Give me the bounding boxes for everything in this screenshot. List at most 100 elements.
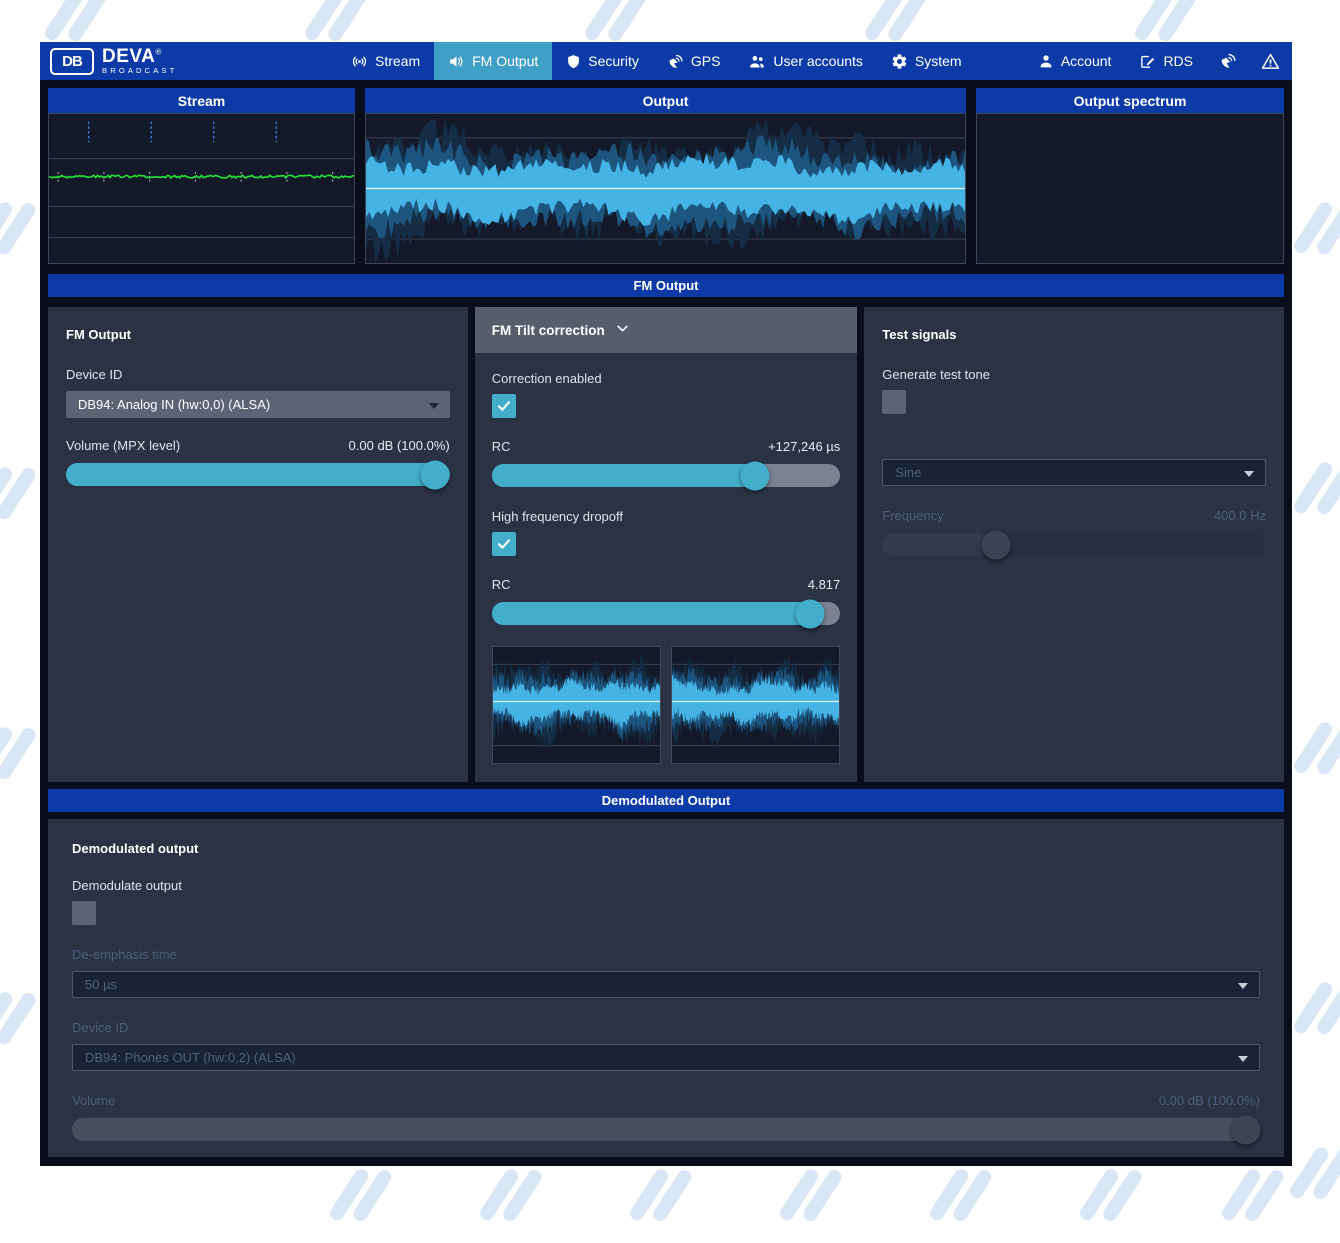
slider-thumb[interactable] <box>981 530 1011 559</box>
section-title: Demodulated Output <box>601 793 731 808</box>
satellite-dish-icon <box>1219 52 1237 70</box>
user-icon <box>1038 53 1054 69</box>
fm-tilt-correction-header[interactable]: FM Tilt correction <box>474 307 858 353</box>
volume-slider[interactable] <box>66 460 450 489</box>
generate-test-tone-label: Generate test tone <box>882 367 990 382</box>
volume-value: 0.00 dB (100.0%) <box>348 438 450 453</box>
demodulated-device-id-select[interactable]: DB94: Phones OUT (hw:0,2) (ALSA) <box>72 1044 1260 1071</box>
deemphasis-time-label: De-emphasis time <box>72 947 177 962</box>
gear-icon <box>891 53 908 70</box>
slider-thumb[interactable] <box>420 460 450 489</box>
device-id-label: Device ID <box>72 1020 129 1035</box>
slider-fill <box>882 533 990 556</box>
deva-db-logo-icon: DB <box>50 47 94 75</box>
slider-thumb[interactable] <box>740 461 770 490</box>
slider-fill <box>66 463 450 486</box>
speaker-icon <box>448 53 465 70</box>
nav-menu: Stream FM Output Security GPS User accou… <box>337 42 976 80</box>
slider-thumb[interactable] <box>1231 1115 1260 1144</box>
nav-item-label: GPS <box>690 53 721 69</box>
nav-item-fm-output[interactable]: FM Output <box>434 42 553 80</box>
test-tone-waveform-select[interactable]: Sine <box>882 459 1266 486</box>
stream-monitor-title: Stream <box>48 88 355 113</box>
nav-item-user-accounts[interactable]: User accounts <box>734 42 876 80</box>
users-icon <box>748 53 766 70</box>
slider-fill <box>491 602 823 625</box>
nav-item-rds[interactable]: RDS <box>1125 42 1207 80</box>
demodulated-volume-slider[interactable] <box>72 1115 1260 1144</box>
stream-monitor: Stream <box>48 88 355 264</box>
nav-item-system[interactable]: System <box>877 42 976 80</box>
broadcast-icon <box>351 53 368 70</box>
chevron-down-icon <box>615 321 630 339</box>
warning-icon <box>1261 52 1280 71</box>
output-waveform-chart <box>365 113 966 264</box>
rc-dropoff-slider[interactable] <box>491 599 841 628</box>
nav-item-label: RDS <box>1163 53 1193 69</box>
nav-item-gps[interactable]: GPS <box>653 42 735 80</box>
brand-text: DEVA® BROADCAST <box>102 47 177 75</box>
volume-label: Volume (MPX level) <box>66 438 181 453</box>
frequency-value: 400.0 Hz <box>1213 508 1266 523</box>
volume-value: 0.00 dB (100.0%) <box>1158 1093 1260 1108</box>
rc-slider[interactable] <box>491 461 841 490</box>
main-content: Stream Output Output spectrum FM Output … <box>40 80 1292 1166</box>
nav-item-label: FM Output <box>472 53 539 69</box>
output-spectrum-chart <box>976 113 1284 264</box>
check-icon <box>497 539 510 549</box>
fm-output-panel: FM Output Device ID DB94: Analog IN (hw:… <box>48 307 468 782</box>
check-icon <box>497 401 510 411</box>
deemphasis-time-select[interactable]: 50 µs <box>72 971 1260 998</box>
slider-thumb[interactable] <box>795 599 825 628</box>
panel-title: Demodulated output <box>72 841 199 856</box>
rc-value: 4.817 <box>807 577 841 592</box>
frequency-label: Frequency <box>882 508 944 523</box>
tilt-preview-chart-left <box>491 646 661 764</box>
fm-tilt-correction-panel: FM Tilt correction Correction enabled RC… <box>474 307 858 782</box>
section-title: FM Output <box>633 278 699 293</box>
section-header-demodulated-output: Demodulated Output <box>48 789 1284 812</box>
registered-mark: ® <box>155 47 162 57</box>
demodulate-output-checkbox[interactable] <box>72 901 96 925</box>
nav-item-alerts[interactable] <box>1249 42 1292 80</box>
nav-item-label: Security <box>588 53 639 69</box>
output-monitor-title: Output <box>365 88 966 113</box>
panel-title: FM Output <box>66 327 131 342</box>
generate-test-tone-checkbox[interactable] <box>882 390 907 414</box>
nav-item-security[interactable]: Security <box>552 42 653 80</box>
nav-item-account[interactable]: Account <box>1024 42 1126 80</box>
fm-output-panels: FM Output Device ID DB94: Analog IN (hw:… <box>48 307 1284 782</box>
device-id-value: DB94: Phones OUT (hw:0,2) (ALSA) <box>85 1050 296 1065</box>
device-id-value: DB94: Analog IN (hw:0,0) (ALSA) <box>78 397 271 412</box>
app-window: DB DEVA® BROADCAST Stream FM Output Secu… <box>40 42 1292 1166</box>
device-id-label: Device ID <box>66 367 123 382</box>
high-frequency-dropoff-checkbox[interactable] <box>491 532 516 556</box>
demodulated-output-panel: Demodulated output Demodulate output De-… <box>48 819 1284 1157</box>
demodulate-output-label: Demodulate output <box>72 878 182 893</box>
brand-logo[interactable]: DB DEVA® BROADCAST <box>40 42 275 80</box>
chevron-down-icon <box>1238 1055 1248 1062</box>
brand-subtitle: BROADCAST <box>102 66 178 76</box>
frequency-slider[interactable] <box>882 530 1266 559</box>
section-header-fm-output: FM Output <box>48 274 1284 297</box>
test-signals-panel: Test signals Generate test tone Sine Fre… <box>864 307 1284 782</box>
correction-enabled-checkbox[interactable] <box>491 394 516 418</box>
rc-label: RC <box>491 577 511 592</box>
chevron-down-icon <box>1238 982 1248 989</box>
device-id-select[interactable]: DB94: Analog IN (hw:0,0) (ALSA) <box>66 391 450 418</box>
shield-icon <box>566 53 581 70</box>
nav-item-label: System <box>914 53 962 69</box>
nav-item-stream[interactable]: Stream <box>337 42 434 80</box>
stream-chart <box>48 113 355 264</box>
high-frequency-dropoff-label: High frequency dropoff <box>491 509 624 524</box>
brand-name: DEVA <box>102 46 156 68</box>
output-monitor: Output <box>365 88 966 264</box>
nav-item-label: User accounts <box>773 53 863 69</box>
nav-item-satellite[interactable] <box>1207 42 1249 80</box>
fm-tilt-correction-body: Correction enabled RC +127,246 µs High f… <box>475 353 858 778</box>
waveform-value: Sine <box>895 465 922 480</box>
slider-fill <box>491 464 764 487</box>
slider-fill <box>72 1118 1260 1141</box>
volume-label: Volume <box>72 1093 116 1108</box>
output-spectrum-title: Output spectrum <box>976 88 1284 113</box>
